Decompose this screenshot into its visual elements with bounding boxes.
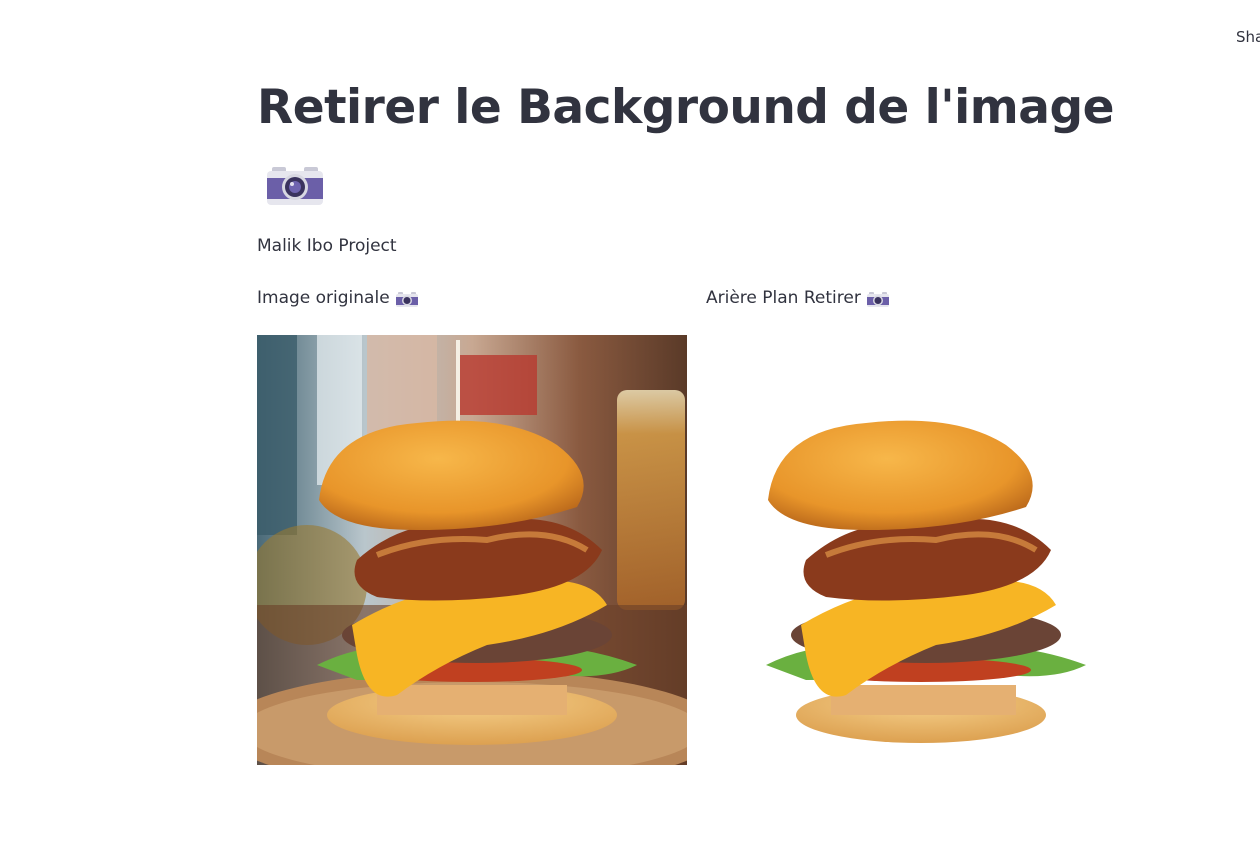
removed-background-label: Arière Plan Retirer (706, 288, 889, 308)
author-text: Malik Ibo Project (257, 236, 397, 256)
camera-icon (267, 167, 323, 205)
camera-icon (866, 291, 889, 307)
original-image-label-text: Image originale (257, 288, 390, 308)
original-image-label: Image originale (257, 288, 418, 308)
background-removed-image (706, 335, 1136, 765)
page-title: Retirer le Background de l'image (257, 80, 1115, 135)
camera-icon (395, 291, 418, 307)
share-button[interactable]: Share (1236, 28, 1260, 46)
removed-background-label-text: Arière Plan Retirer (706, 288, 861, 308)
original-image (257, 335, 687, 765)
